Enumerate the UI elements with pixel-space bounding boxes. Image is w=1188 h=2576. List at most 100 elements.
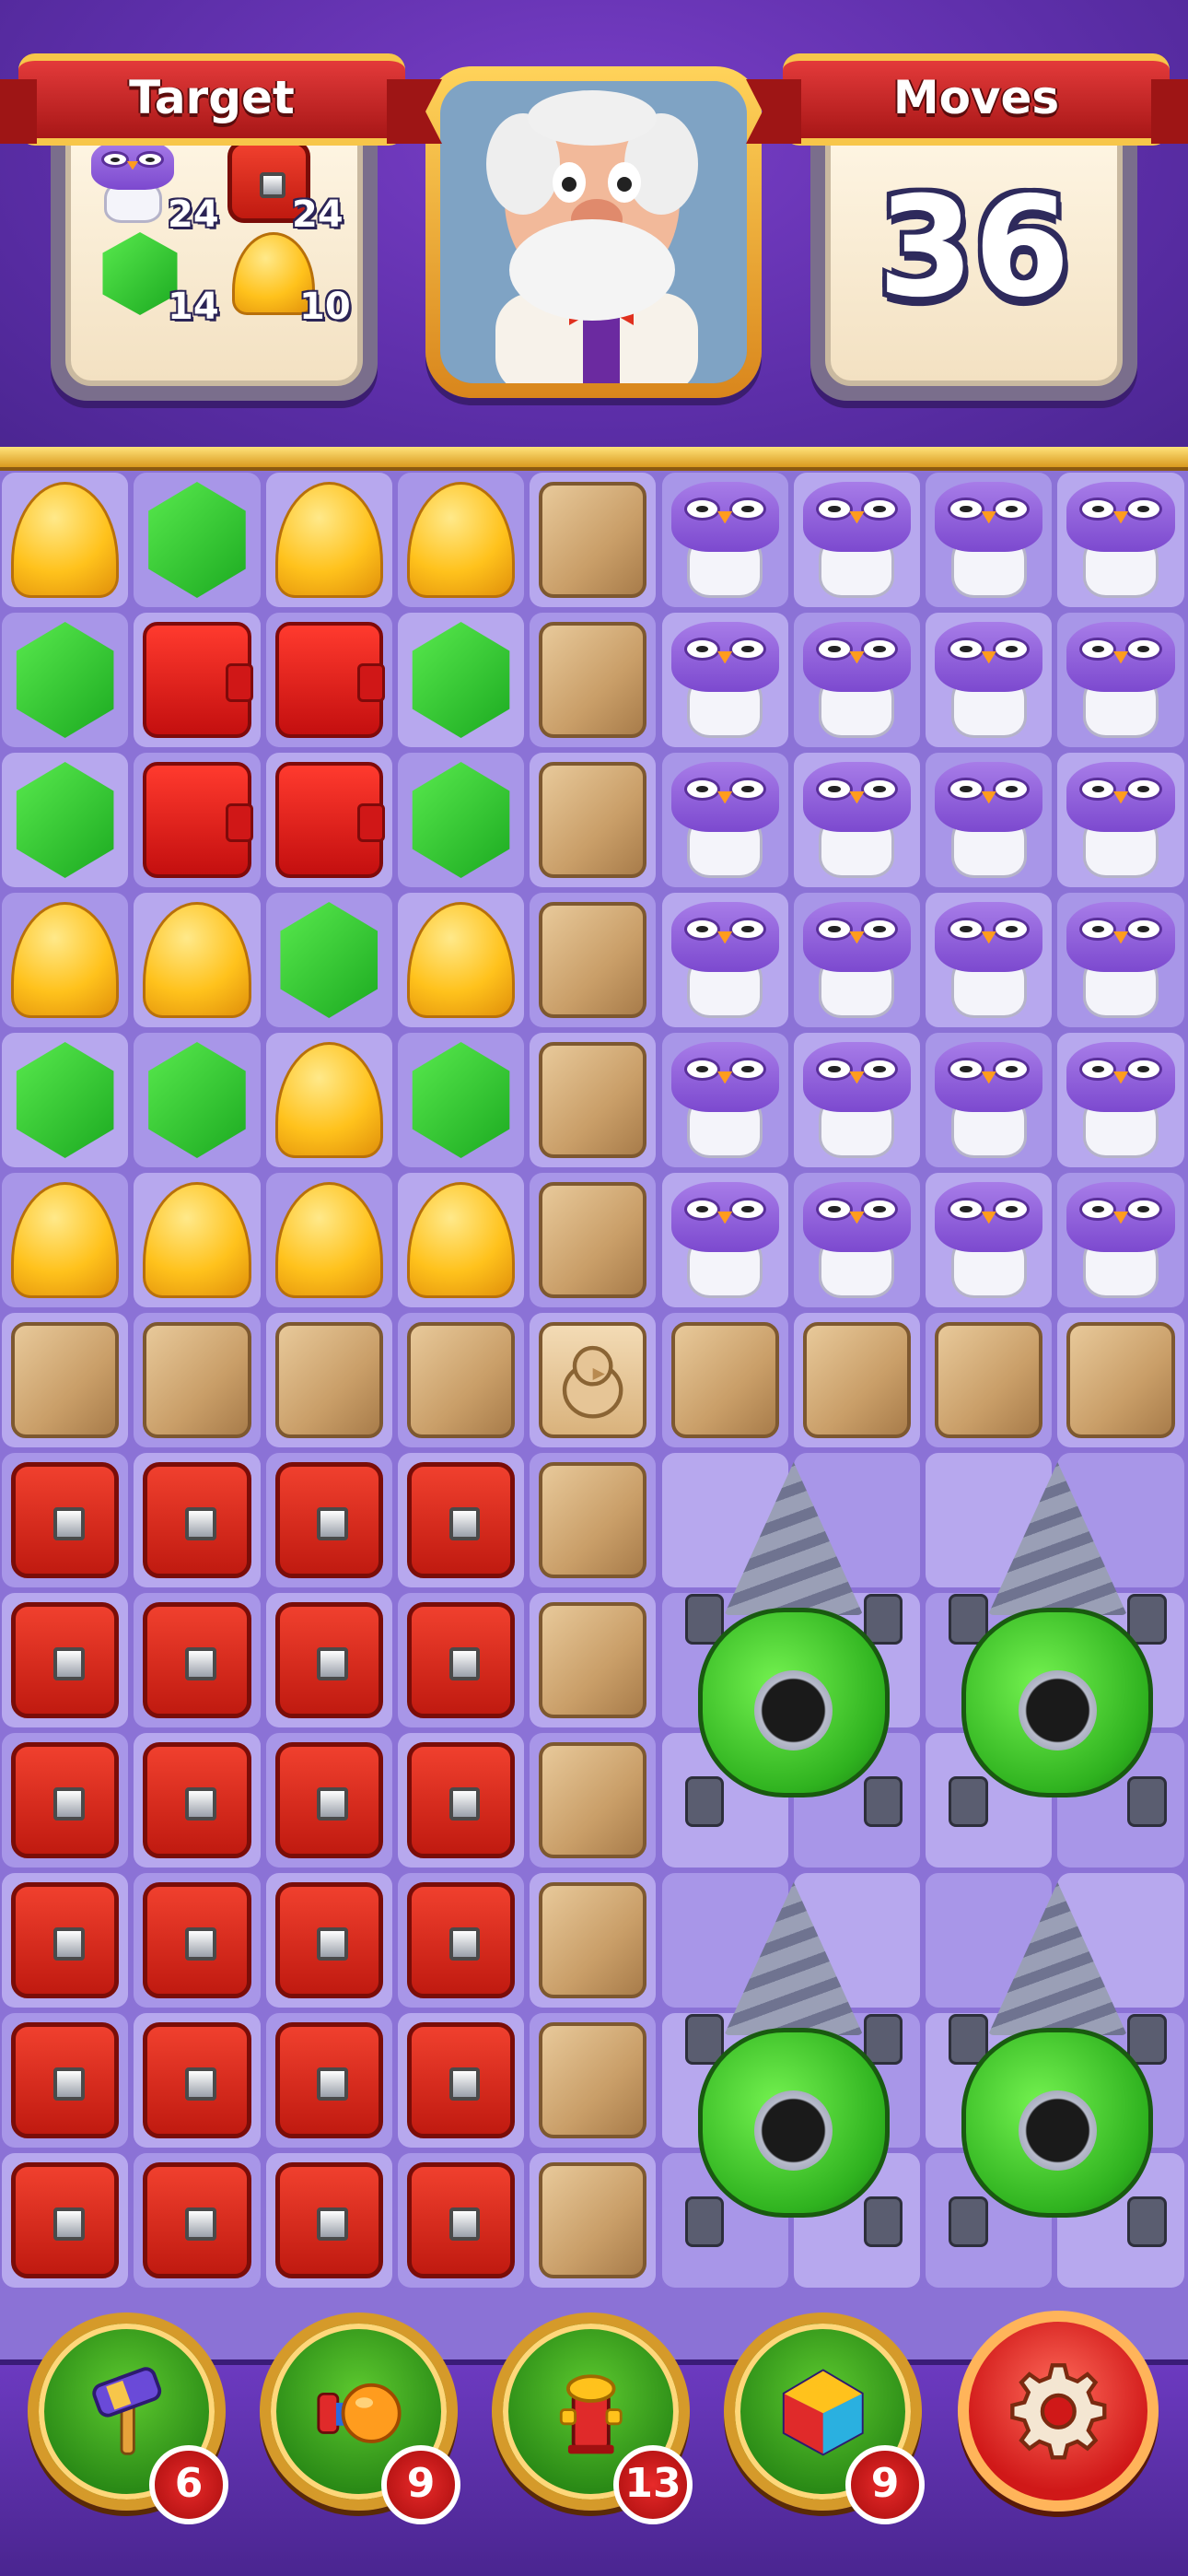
owl-tile[interactable] [670, 1182, 779, 1298]
game-board [0, 471, 1188, 2359]
green-gem-target-count: 14 [168, 286, 219, 328]
owl-tile[interactable] [670, 762, 779, 878]
cube-count-badge: 9 [845, 2445, 925, 2524]
hammer-count-badge: 6 [149, 2445, 228, 2524]
sand-crate-tile[interactable] [406, 1322, 516, 1438]
red-crate-tile[interactable] [406, 1462, 516, 1578]
red-crate-tile[interactable] [11, 2162, 120, 2278]
hammer-icon [92, 2367, 161, 2455]
red-crate-tile[interactable] [274, 2162, 383, 2278]
owl-tile[interactable] [670, 902, 779, 1018]
sand-crate-tile[interactable] [539, 902, 647, 1018]
drill-blocker[interactable] [684, 1882, 903, 2247]
sand-crate-tile[interactable] [935, 1322, 1043, 1438]
bell-target-count: 10 [299, 286, 351, 328]
drill-blocker[interactable] [949, 1462, 1167, 1827]
owl-tile[interactable] [1066, 622, 1175, 738]
owl-tile[interactable] [802, 1042, 912, 1158]
red-wallet-tile[interactable] [143, 622, 253, 738]
character-portrait-frame [425, 66, 762, 398]
drill-blocker[interactable] [949, 1882, 1167, 2247]
owl-tile[interactable] [802, 622, 912, 738]
red-wallet-tile[interactable] [274, 762, 386, 878]
header: 24 24 14 10 Target 36 Moves [0, 0, 1188, 471]
red-crate-tile[interactable] [11, 1602, 120, 1718]
header-rim [0, 447, 1188, 471]
drill-blocker[interactable] [684, 1462, 903, 1827]
sand-crate-tile[interactable] [539, 762, 647, 878]
red-crate-tile[interactable] [274, 1742, 383, 1858]
owl-tile[interactable] [935, 482, 1043, 598]
glove-booster-button[interactable]: 9 [260, 2313, 460, 2524]
owl-tile[interactable] [802, 902, 912, 1018]
owl-target-count: 24 [168, 193, 219, 236]
fossil-crate-tile[interactable] [539, 1322, 647, 1438]
red-crate-tile[interactable] [143, 1882, 251, 1998]
sand-crate-tile[interactable] [539, 1182, 647, 1298]
red-crate-tile[interactable] [406, 1602, 516, 1718]
red-crate-tile[interactable] [406, 1882, 516, 1998]
red-crate-tile[interactable] [406, 1742, 516, 1858]
gear-icon [1009, 2362, 1107, 2460]
hammer-booster-button[interactable]: 6 [28, 2313, 228, 2524]
sand-crate-tile[interactable] [539, 1602, 647, 1718]
red-crate-tile[interactable] [11, 2022, 120, 2138]
owl-tile[interactable] [670, 482, 779, 598]
red-crate-tile[interactable] [274, 2022, 383, 2138]
owl-tile[interactable] [935, 1042, 1043, 1158]
hydrant-booster-button[interactable]: 13 [492, 2313, 693, 2524]
sand-crate-tile[interactable] [539, 1742, 647, 1858]
sand-crate-tile[interactable] [539, 1042, 647, 1158]
butler-character-icon [440, 81, 747, 383]
red-crate-tile[interactable] [11, 1462, 120, 1578]
owl-tile[interactable] [670, 622, 779, 738]
red-wallet-tile[interactable] [143, 762, 253, 878]
red-crate-tile[interactable] [406, 2022, 516, 2138]
sand-crate-tile[interactable] [274, 1322, 383, 1438]
owl-tile[interactable] [935, 1182, 1043, 1298]
sand-crate-tile[interactable] [539, 482, 647, 598]
sand-crate-tile[interactable] [802, 1322, 912, 1438]
sand-crate-tile[interactable] [539, 1462, 647, 1578]
sand-crate-tile[interactable] [539, 2022, 647, 2138]
red-crate-tile[interactable] [274, 1602, 383, 1718]
red-crate-tile[interactable] [143, 2022, 251, 2138]
owl-tile[interactable] [802, 1182, 912, 1298]
owl-tile[interactable] [1066, 762, 1175, 878]
red-crate-tile[interactable] [406, 2162, 516, 2278]
sand-crate-tile[interactable] [539, 622, 647, 738]
red-crate-tile[interactable] [143, 2162, 251, 2278]
red-crate-tile[interactable] [274, 1462, 383, 1578]
owl-tile[interactable] [935, 622, 1043, 738]
red-crate-target-count: 24 [292, 193, 344, 236]
sand-crate-tile[interactable] [11, 1322, 120, 1438]
owl-tile[interactable] [1066, 902, 1175, 1018]
owl-tile[interactable] [1066, 1042, 1175, 1158]
glove-count-badge: 9 [381, 2445, 460, 2524]
owl-tile[interactable] [802, 482, 912, 598]
red-crate-tile[interactable] [11, 1742, 120, 1858]
owl-tile[interactable] [1066, 482, 1175, 598]
target-panel-inner: 24 24 14 10 [65, 107, 363, 386]
sand-crate-tile[interactable] [670, 1322, 779, 1438]
settings-button[interactable] [958, 2311, 1159, 2512]
boxing-glove-icon [317, 2383, 402, 2443]
red-crate-tile[interactable] [274, 1882, 383, 1998]
fire-hydrant-icon [559, 2374, 623, 2454]
sand-crate-tile[interactable] [539, 1882, 647, 1998]
cube-booster-button[interactable]: 9 [724, 2313, 925, 2524]
owl-tile[interactable] [935, 762, 1043, 878]
sand-crate-tile[interactable] [1066, 1322, 1175, 1438]
red-crate-tile[interactable] [143, 1602, 251, 1718]
red-wallet-tile[interactable] [274, 622, 386, 738]
sand-crate-tile[interactable] [143, 1322, 251, 1438]
red-crate-tile[interactable] [143, 1742, 251, 1858]
owl-tile[interactable] [935, 902, 1043, 1018]
sand-crate-tile[interactable] [539, 2162, 647, 2278]
owl-tile[interactable] [670, 1042, 779, 1158]
owl-tile[interactable] [1066, 1182, 1175, 1298]
red-crate-tile[interactable] [11, 1882, 120, 1998]
target-ribbon: Target [18, 53, 405, 146]
red-crate-tile[interactable] [143, 1462, 251, 1578]
owl-tile[interactable] [802, 762, 912, 878]
